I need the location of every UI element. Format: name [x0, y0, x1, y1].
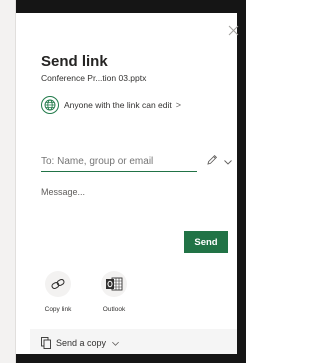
link-permission-setting[interactable]: Anyone with the link can edit > [41, 96, 181, 114]
top-frame [16, 0, 246, 13]
outlook-icon [106, 277, 123, 291]
copy-link-button[interactable] [45, 271, 71, 297]
send-button[interactable]: Send [184, 231, 228, 253]
link-icon [51, 278, 65, 290]
close-icon [228, 25, 239, 36]
send-link-dialog: Send link Conference Pr...tion 03.pptx A… [30, 13, 239, 354]
chevron-down-icon [224, 160, 232, 165]
send-a-copy-button[interactable]: Send a copy [41, 337, 120, 349]
right-frame [237, 0, 246, 363]
close-button[interactable] [228, 23, 239, 36]
pencil-icon [207, 154, 218, 165]
document-copy-icon [41, 337, 51, 349]
copy-link-label: Copy link [44, 306, 72, 313]
dialog-title: Send link [41, 53, 108, 70]
outlook-label: Outlook [102, 306, 126, 313]
chevron-down-icon [112, 341, 119, 346]
edit-permission-button[interactable] [206, 153, 218, 165]
outlook-option[interactable]: Outlook [94, 271, 134, 313]
bottom-frame [16, 354, 246, 363]
copy-link-option[interactable]: Copy link [38, 271, 78, 313]
file-name: Conference Pr...tion 03.pptx [41, 73, 147, 83]
message-field[interactable]: Message... [41, 187, 231, 197]
background-sidebar [0, 0, 16, 363]
globe-icon [41, 96, 59, 114]
permission-label: Anyone with the link can edit [64, 100, 172, 110]
send-a-copy-label: Send a copy [56, 338, 107, 348]
chevron-right-icon: > [175, 100, 181, 110]
sidebar-divider [15, 0, 16, 363]
recipient-input[interactable] [41, 153, 197, 172]
permission-dropdown[interactable] [223, 154, 233, 165]
outlook-button[interactable] [101, 271, 127, 297]
